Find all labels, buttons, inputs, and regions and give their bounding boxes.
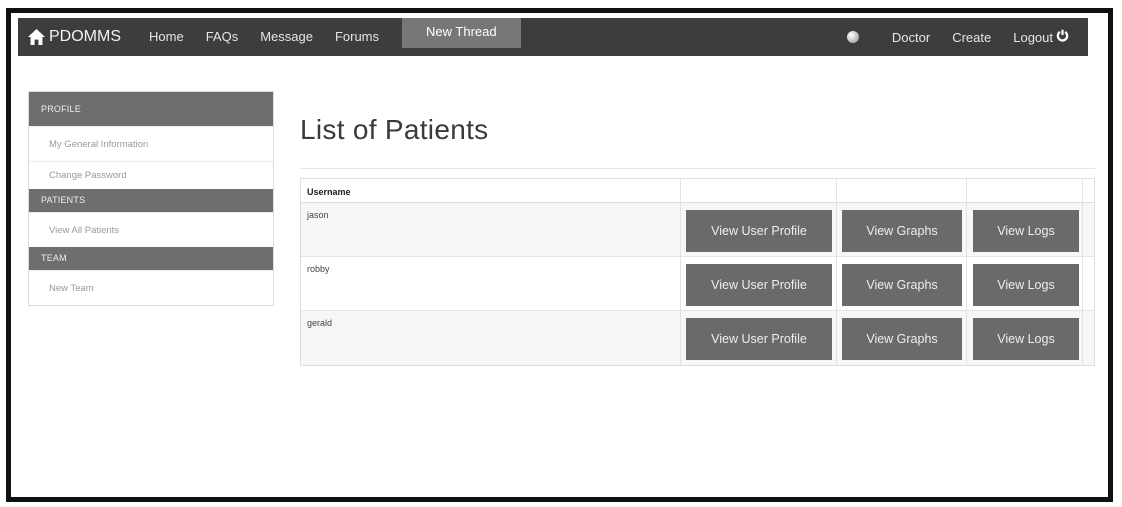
view-graphs-button[interactable]: View Graphs: [842, 264, 962, 306]
view-graphs-button[interactable]: View Graphs: [842, 210, 962, 252]
main-nav: Home FAQs Message Forums New Thread: [138, 18, 521, 56]
patients-table: Username jason View User Profile View Gr…: [300, 178, 1095, 366]
title-divider: [300, 168, 1095, 169]
username: gerald: [307, 318, 333, 328]
extra-cell: [1083, 311, 1094, 365]
username-cell: jason: [301, 203, 681, 256]
table-row: robby View User Profile View Graphs View…: [301, 257, 1094, 311]
username-cell: robby: [301, 257, 681, 310]
header-extra: [1083, 179, 1094, 202]
header-logs: [967, 179, 1083, 202]
globe-icon: [846, 31, 859, 43]
view-logs-button[interactable]: View Logs: [973, 318, 1079, 360]
table-header-row: Username: [301, 179, 1094, 203]
logs-cell: View Logs: [967, 311, 1083, 365]
brand-link[interactable]: PDOMMS: [28, 18, 121, 56]
profile-cell: View User Profile: [681, 257, 837, 310]
sidebar-item-new-team[interactable]: New Team: [29, 270, 273, 305]
extra-cell: [1083, 257, 1094, 310]
sidebar-item-view-all-patients[interactable]: View All Patients: [29, 212, 273, 247]
view-graphs-button[interactable]: View Graphs: [842, 318, 962, 360]
nav-faqs[interactable]: FAQs: [195, 18, 250, 56]
nav-message[interactable]: Message: [249, 18, 324, 56]
logs-cell: View Logs: [967, 257, 1083, 310]
sidebar-section-profile: PROFILE: [29, 92, 273, 126]
sidebar-item-change-password[interactable]: Change Password: [29, 161, 273, 189]
view-user-profile-button[interactable]: View User Profile: [686, 210, 832, 252]
nav-logout[interactable]: Logout: [1002, 29, 1080, 45]
graphs-cell: View Graphs: [837, 311, 967, 365]
graphs-cell: View Graphs: [837, 203, 967, 256]
page-title: List of Patients: [300, 114, 489, 145]
profile-cell: View User Profile: [681, 203, 837, 256]
profile-cell: View User Profile: [681, 311, 837, 365]
header-graphs: [837, 179, 967, 202]
sidebar-section-patients: PATIENTS: [29, 189, 273, 212]
home-icon: [28, 29, 45, 45]
view-logs-button[interactable]: View Logs: [973, 264, 1079, 306]
sidebar: PROFILE My General Information Change Pa…: [28, 91, 274, 306]
table-row: gerald View User Profile View Graphs Vie…: [301, 311, 1094, 365]
nav-create[interactable]: Create: [941, 30, 1002, 45]
nav-new-thread[interactable]: New Thread: [402, 18, 521, 48]
graphs-cell: View Graphs: [837, 257, 967, 310]
header-username: Username: [301, 179, 681, 202]
view-user-profile-button[interactable]: View User Profile: [686, 264, 832, 306]
nav-forums[interactable]: Forums: [324, 18, 390, 56]
username: jason: [307, 210, 329, 220]
logs-cell: View Logs: [967, 203, 1083, 256]
top-navbar: PDOMMS Home FAQs Message Forums New Thre…: [18, 18, 1088, 56]
nav-user-doctor[interactable]: Doctor: [881, 30, 941, 45]
logout-label: Logout: [1013, 29, 1053, 45]
nav-home[interactable]: Home: [138, 18, 195, 56]
username: robby: [307, 264, 330, 274]
header-profile: [681, 179, 837, 202]
table-row: jason View User Profile View Graphs View…: [301, 203, 1094, 257]
username-cell: gerald: [301, 311, 681, 365]
brand-label: PDOMMS: [49, 28, 121, 45]
user-nav: Doctor Create Logout: [846, 18, 1080, 56]
extra-cell: [1083, 203, 1094, 256]
sidebar-item-general-information[interactable]: My General Information: [29, 126, 273, 161]
view-user-profile-button[interactable]: View User Profile: [686, 318, 832, 360]
view-logs-button[interactable]: View Logs: [973, 210, 1079, 252]
header-username-label: Username: [307, 187, 351, 197]
sidebar-section-team: TEAM: [29, 247, 273, 270]
power-icon: [1056, 29, 1069, 45]
